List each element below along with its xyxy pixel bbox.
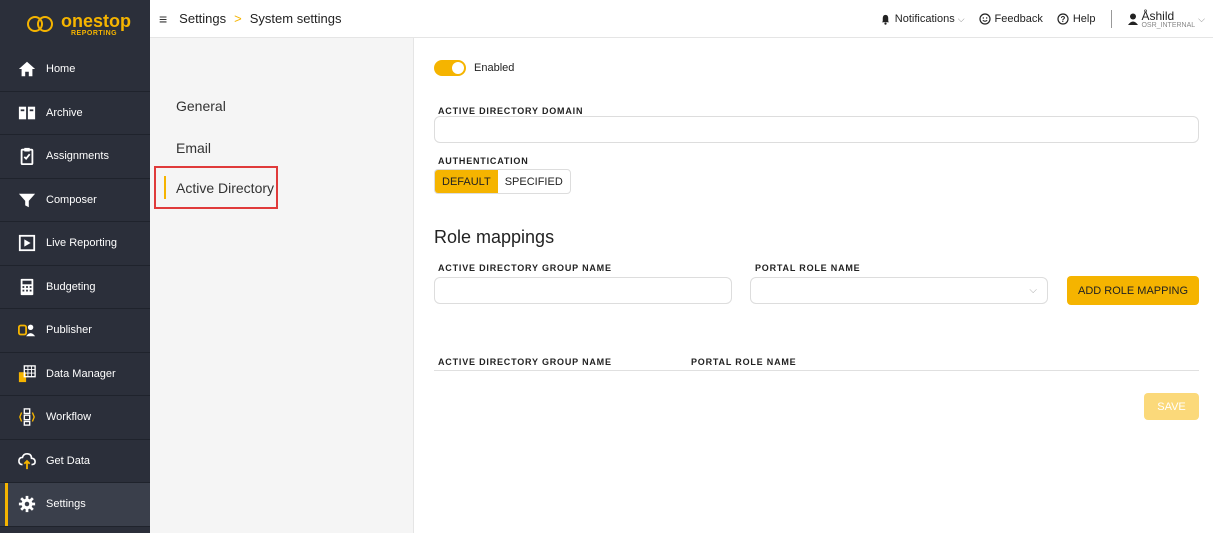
sidebar-item-label: Workflow: [46, 411, 92, 424]
sidebar-item-live-reporting[interactable]: Live Reporting: [0, 222, 150, 266]
role-mappings-table-header: ACTIVE DIRECTORY GROUP NAME PORTAL ROLE …: [434, 355, 1199, 371]
publisher-icon: [16, 320, 38, 340]
sidebar-item-label: Publisher: [46, 324, 92, 337]
sidebar-item-label: Composer: [46, 193, 97, 206]
role-name-label: PORTAL ROLE NAME: [755, 263, 861, 273]
subnav-item-label: Active Directory: [176, 179, 275, 196]
chevron-down-icon: ⌵: [1029, 285, 1037, 296]
hamburger-menu-icon[interactable]: ≡: [159, 11, 167, 27]
bell-icon: [881, 14, 889, 25]
cloud-upload-icon: [16, 451, 38, 471]
auth-default-option[interactable]: DEFAULT: [435, 170, 498, 193]
sidebar-item-label: Live Reporting: [46, 237, 117, 250]
sidebar-item-label: Data Manager: [46, 367, 116, 380]
subnav-item-active-directory[interactable]: Active Directory: [154, 166, 278, 209]
archive-icon: [16, 103, 38, 123]
active-indicator: [164, 176, 166, 199]
domain-label: ACTIVE DIRECTORY DOMAIN: [438, 106, 584, 116]
enabled-toggle[interactable]: [434, 60, 466, 76]
save-button[interactable]: SAVE: [1144, 393, 1199, 420]
home-icon: [16, 59, 38, 79]
sidebar: onestop REPORTING Home Archive Assignmen…: [0, 0, 150, 533]
sidebar-item-get-data[interactable]: Get Data: [0, 440, 150, 483]
funnel-icon: [16, 190, 38, 210]
sidebar-item-assignments[interactable]: Assignments: [0, 135, 150, 179]
sidebar-item-label: Archive: [46, 106, 83, 119]
group-name-input[interactable]: [434, 277, 732, 304]
play-icon: [16, 233, 38, 253]
feedback-label: Feedback: [994, 13, 1043, 25]
settings-subnav: General Email Active Directory: [150, 38, 414, 533]
subnav-item-email[interactable]: Email: [176, 140, 211, 156]
sidebar-item-label: Budgeting: [46, 280, 96, 293]
help-label: Help: [1072, 13, 1096, 25]
sidebar-item-publisher[interactable]: Publisher: [0, 309, 150, 353]
svg-text:?: ?: [1060, 15, 1065, 24]
brand-logo[interactable]: onestop REPORTING: [0, 0, 150, 48]
data-manager-icon: [16, 364, 38, 384]
auth-specified-option[interactable]: SPECIFIED: [498, 170, 570, 193]
user-org: OSR_INTERNAL: [1141, 21, 1196, 29]
brand-sub: REPORTING: [71, 29, 118, 37]
workflow-icon: [16, 407, 38, 427]
breadcrumb-separator: >: [234, 11, 242, 26]
sidebar-item-label: Settings: [46, 498, 86, 511]
enabled-label: Enabled: [474, 62, 515, 74]
user-icon: [1128, 13, 1139, 25]
divider: [1111, 10, 1113, 28]
brand-name: onestop: [61, 10, 131, 31]
group-name-label: ACTIVE DIRECTORY GROUP NAME: [438, 263, 612, 273]
sidebar-item-settings[interactable]: Settings: [0, 483, 150, 527]
gear-icon: [16, 494, 38, 514]
notifications-label: Notifications: [894, 13, 955, 25]
top-bar: ≡ Settings > System settings Notificatio…: [150, 0, 1213, 38]
authentication-selector: DEFAULT SPECIFIED: [434, 169, 571, 194]
chevron-down-icon: ⌵: [1198, 13, 1205, 24]
sidebar-item-archive[interactable]: Archive: [0, 92, 150, 135]
notifications-button[interactable]: Notifications ⌵: [880, 13, 965, 25]
calculator-icon: [16, 277, 38, 297]
add-role-mapping-button[interactable]: ADD ROLE MAPPING: [1067, 276, 1199, 305]
sidebar-item-label: Home: [46, 63, 76, 76]
help-icon: ?: [1057, 13, 1069, 25]
role-name-select[interactable]: ⌵: [750, 277, 1048, 304]
domain-input[interactable]: [434, 116, 1199, 143]
user-name: Åshild: [1141, 8, 1175, 23]
sidebar-item-budgeting[interactable]: Budgeting: [0, 266, 150, 309]
subnav-item-general[interactable]: General: [176, 98, 226, 114]
sidebar-item-label: Assignments: [46, 150, 109, 163]
authentication-label: AUTHENTICATION: [438, 156, 529, 166]
sidebar-item-composer[interactable]: Composer: [0, 179, 150, 222]
clipboard-icon: [16, 146, 38, 166]
column-header-group-name: ACTIVE DIRECTORY GROUP NAME: [438, 357, 612, 367]
chevron-down-icon: ⌵: [957, 13, 965, 24]
logo-icon: [27, 13, 55, 35]
sidebar-item-label: Get Data: [46, 454, 91, 467]
sidebar-item-home[interactable]: Home: [0, 48, 150, 92]
sidebar-item-data-manager[interactable]: Data Manager: [0, 353, 150, 396]
role-mappings-title: Role mappings: [434, 227, 555, 247]
feedback-button[interactable]: Feedback: [978, 13, 1043, 25]
column-header-role-name: PORTAL ROLE NAME: [691, 357, 797, 367]
breadcrumb-settings[interactable]: Settings: [179, 11, 226, 26]
breadcrumb-system-settings: System settings: [249, 11, 342, 26]
sidebar-item-workflow[interactable]: Workflow: [0, 396, 150, 440]
help-button[interactable]: ? Help: [1057, 13, 1096, 25]
smiley-icon: [978, 13, 991, 25]
user-menu[interactable]: Åshild OSR_INTERNAL ⌵: [1128, 10, 1205, 29]
